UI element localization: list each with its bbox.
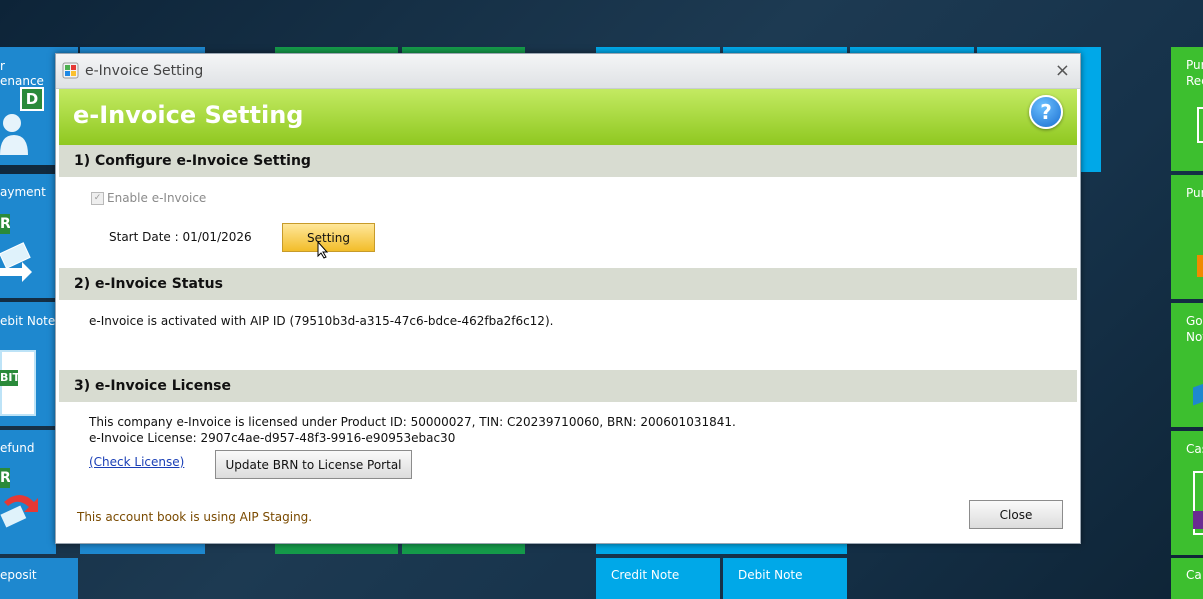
license-key: e-Invoice License: 2907c4ae-d957-48f3-99… (89, 431, 456, 445)
tile-payment-label: ayment (0, 185, 46, 199)
tile-goods-note[interactable]: Goo Not (1171, 303, 1203, 427)
status-text: e-Invoice is activated with AIP ID (7951… (89, 314, 554, 328)
app-icon (62, 62, 79, 79)
tile-right-label-2: Rec (1186, 74, 1203, 88)
tile-refund[interactable]: efund R (0, 430, 56, 554)
dialog-titlebar[interactable]: e-Invoice Setting × (56, 54, 1080, 89)
orange-icon (1197, 255, 1203, 277)
mouse-cursor-icon (317, 240, 329, 263)
license-text: This company e-Invoice is licensed under… (89, 415, 736, 429)
tile-right-label-4: Goo (1186, 314, 1203, 328)
enable-e-invoice-checkbox[interactable]: ✓ (91, 192, 104, 205)
box-icon (1197, 107, 1203, 143)
tile-credit-note-label: Credit Note (611, 568, 680, 582)
section-status-heading: 2) e-Invoice Status (59, 268, 1077, 300)
badge-r: R (0, 214, 10, 234)
tile-right-label-6: Cas (1186, 442, 1203, 456)
section-license-heading: 3) e-Invoice License (59, 370, 1077, 402)
dialog-header: e-Invoice Setting ? (59, 89, 1077, 145)
tile-cash[interactable]: Cas (1171, 431, 1203, 555)
tile-purchase[interactable]: Pur (1171, 175, 1203, 299)
footer-note: This account book is using AIP Staging. (77, 510, 313, 524)
tile-cash-2[interactable]: Ca (1171, 558, 1203, 599)
person-icon (0, 107, 28, 157)
refund-icon (0, 488, 40, 532)
tile-maintenance-label-2: enance (0, 74, 44, 88)
tile-maintenance-label: r (0, 59, 5, 73)
tile-right-label-7: Ca (1186, 568, 1202, 582)
tile-right-label-5: Not (1186, 330, 1203, 344)
payment-icon (0, 242, 34, 286)
tile-debit-note-bottom-label: Debit Note (738, 568, 803, 582)
enable-e-invoice-label: Enable e-Invoice (107, 191, 207, 205)
e-invoice-setting-dialog: e-Invoice Setting × e-Invoice Setting ? … (55, 53, 1081, 544)
help-icon[interactable]: ? (1029, 95, 1063, 129)
start-date-label: Start Date : 01/01/2026 (109, 230, 252, 244)
badge-r2: R (0, 468, 10, 488)
tile-debit-note-label: ebit Note (0, 314, 56, 328)
section-configure-heading: 1) Configure e-Invoice Setting (59, 145, 1077, 177)
tile-right-label-1: Pur (1186, 58, 1203, 72)
tile-refund-label: efund (0, 441, 35, 455)
dialog-window-title: e-Invoice Setting (85, 63, 204, 79)
header-title: e-Invoice Setting (73, 101, 304, 129)
badge-bit: BIT (0, 370, 20, 386)
close-icon[interactable]: × (1055, 60, 1070, 81)
close-button[interactable]: Close (969, 500, 1063, 529)
tile-right-label-3: Pur (1186, 186, 1203, 200)
purple-badge (1193, 511, 1203, 529)
tile-purchase-request[interactable]: Pur Rec (1171, 47, 1203, 171)
tile-debit-note-bottom[interactable]: Debit Note (723, 558, 847, 599)
tile-credit-note[interactable]: Credit Note (596, 558, 720, 599)
tile-payment[interactable]: ayment R (0, 174, 56, 298)
cube-icon (1193, 382, 1203, 406)
update-brn-button[interactable]: Update BRN to License Portal (215, 450, 412, 479)
check-license-link[interactable]: (Check License) (89, 455, 184, 469)
tile-deposit-label: eposit (0, 568, 37, 582)
tile-deposit[interactable]: eposit (0, 558, 78, 599)
tile-debit-note[interactable]: ebit Note BIT (0, 302, 56, 426)
